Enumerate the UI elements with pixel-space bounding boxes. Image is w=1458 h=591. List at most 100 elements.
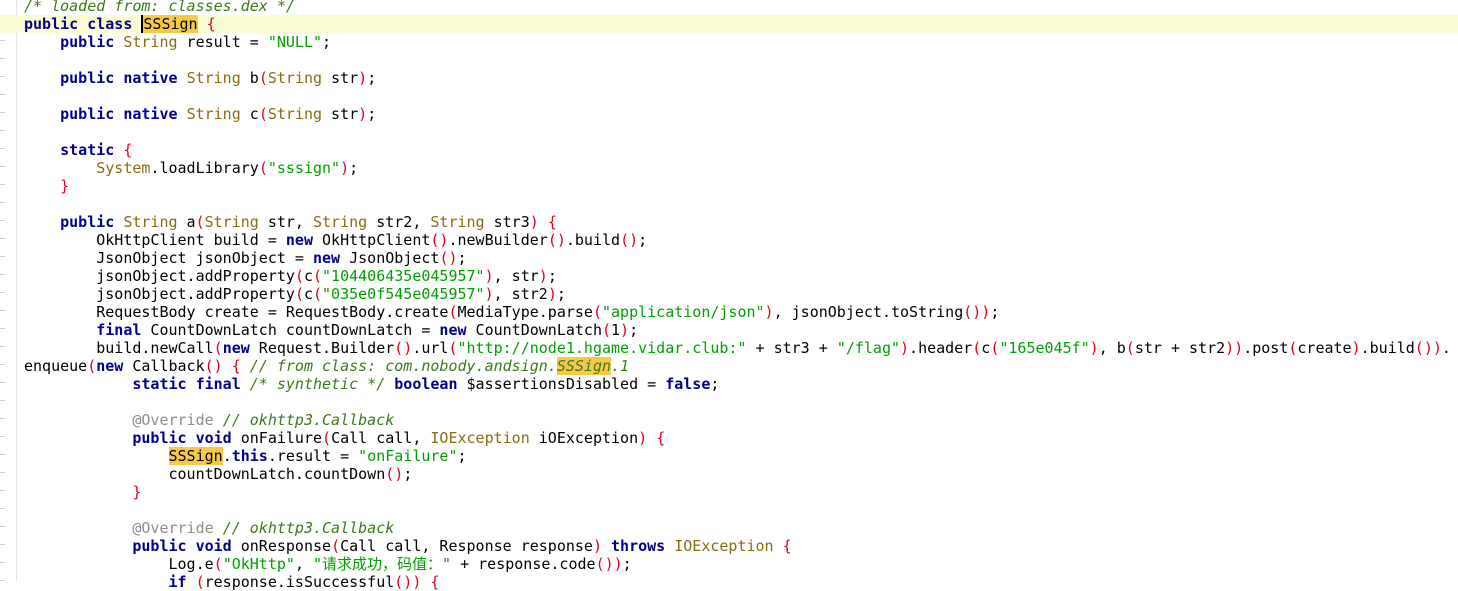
code-token: { — [656, 429, 666, 447]
code-token: ( — [322, 429, 332, 447]
code-line[interactable]: static { — [0, 141, 1458, 159]
code-token: public — [60, 33, 115, 51]
code-token: .result = — [267, 447, 359, 465]
code-token: throws — [611, 537, 666, 555]
code-token: { — [206, 15, 216, 33]
code-token: ) — [484, 267, 494, 285]
code-token: ( — [313, 267, 323, 285]
code-token: String — [186, 105, 241, 123]
code-token: ) — [484, 285, 494, 303]
code-token: String — [123, 213, 178, 231]
code-line[interactable]: @Override // okhttp3.Callback — [0, 411, 1458, 429]
code-token: onFailure — [231, 429, 323, 447]
code-line[interactable] — [0, 501, 1458, 519]
code-line[interactable]: SSSign.this.result = "onFailure"; — [0, 447, 1458, 465]
code-line[interactable]: jsonObject.addProperty(c("035e0f545e0459… — [0, 285, 1458, 303]
code-token: .post — [1243, 339, 1289, 357]
code-line[interactable] — [0, 393, 1458, 411]
code-token: new — [222, 339, 250, 357]
code-token: "NULL" — [267, 33, 323, 51]
code-line[interactable]: Log.e("OkHttp", "请求成功，码值：" + response.co… — [0, 555, 1458, 573]
code-line[interactable]: if (response.isSuccessful()) { — [0, 573, 1458, 591]
code-line[interactable]: enqueue(new Callback() { // from class: … — [0, 357, 1458, 375]
code-token: new — [96, 357, 124, 375]
code-token: c — [981, 339, 991, 357]
code-line[interactable]: countDownLatch.countDown(); — [0, 465, 1458, 483]
code-line[interactable]: build.newCall(new Request.Builder().url(… — [0, 339, 1458, 357]
code-token: str2, — [367, 213, 431, 231]
code-token: Request.Builder — [249, 339, 395, 357]
code-token: ; — [638, 231, 648, 249]
code-editor[interactable]: /* loaded from: classes.dex */public cla… — [0, 0, 1458, 591]
code-line[interactable] — [0, 87, 1458, 105]
code-line[interactable]: } — [0, 483, 1458, 501]
code-token: ) — [340, 159, 350, 177]
code-token: ()) — [394, 573, 422, 591]
code-line[interactable]: static final /* synthetic */ boolean $as… — [0, 375, 1458, 393]
code-token: jsonObject.addProperty — [96, 267, 295, 285]
code-line[interactable]: public void onFailure(Call call, IOExcep… — [0, 429, 1458, 447]
code-token: ) — [1351, 339, 1361, 357]
code-token: ; — [547, 267, 557, 285]
search-match: SSSign — [556, 357, 612, 375]
code-token: () — [394, 339, 413, 357]
code-token: "http://node1.hgame.vidar.club:" — [457, 339, 747, 357]
code-token: c — [303, 267, 313, 285]
code-token: .header — [909, 339, 973, 357]
code-line[interactable] — [0, 51, 1458, 69]
code-area[interactable]: /* loaded from: classes.dex */public cla… — [0, 0, 1458, 591]
code-token: System — [96, 159, 151, 177]
code-line[interactable]: public class SSSign { — [0, 15, 1458, 33]
code-token: str3 — [484, 213, 530, 231]
code-token: { — [782, 537, 792, 555]
code-line[interactable]: RequestBody create = RequestBody.create (… — [0, 303, 1458, 321]
code-token: String — [430, 213, 485, 231]
code-token: ; — [367, 69, 377, 87]
code-token: Log.e — [168, 555, 214, 573]
code-token: , str2 — [493, 285, 548, 303]
code-token: ; — [629, 321, 639, 339]
code-token: .1 — [611, 357, 630, 375]
code-line[interactable]: System.loadLibrary("sssign"); — [0, 159, 1458, 177]
code-line[interactable] — [0, 123, 1458, 141]
code-token: ( — [990, 339, 1000, 357]
code-token: ( — [258, 69, 268, 87]
code-token: false — [665, 375, 711, 393]
code-line[interactable]: public native String c(String str); — [0, 105, 1458, 123]
code-line[interactable]: jsonObject.addProperty(c("104406435e0459… — [0, 267, 1458, 285]
code-token: @Override — [132, 411, 214, 429]
code-line[interactable]: /* loaded from: classes.dex */ — [0, 0, 1458, 15]
code-line[interactable]: public native String b(String str); — [0, 69, 1458, 87]
code-token: $assertionsDisabled = — [457, 375, 666, 393]
code-line[interactable]: JsonObject jsonObject = new JsonObject()… — [0, 249, 1458, 267]
code-token: ( — [258, 105, 268, 123]
code-line[interactable]: public String a(String str, String str2,… — [0, 213, 1458, 231]
code-token: . — [1441, 339, 1451, 357]
code-line[interactable] — [0, 195, 1458, 213]
code-line[interactable]: public void onResponse(Call call, Respon… — [0, 537, 1458, 555]
code-token: ( — [87, 357, 97, 375]
code-line[interactable]: @Override // okhttp3.Callback — [0, 519, 1458, 537]
code-line[interactable]: OkHttpClient build = new OkHttpClient().… — [0, 231, 1458, 249]
code-token: str, — [258, 213, 313, 231]
code-token: String — [267, 105, 323, 123]
code-token: "请求成功，码值：" — [313, 555, 452, 573]
code-token: OkHttpClient build = — [96, 231, 286, 249]
code-line[interactable]: final CountDownLatch countDownLatch = ne… — [0, 321, 1458, 339]
code-line[interactable]: } — [0, 177, 1458, 195]
code-token: void — [195, 429, 232, 447]
code-token: create — [1297, 339, 1352, 357]
code-line[interactable]: public String result = "NULL"; — [0, 33, 1458, 51]
